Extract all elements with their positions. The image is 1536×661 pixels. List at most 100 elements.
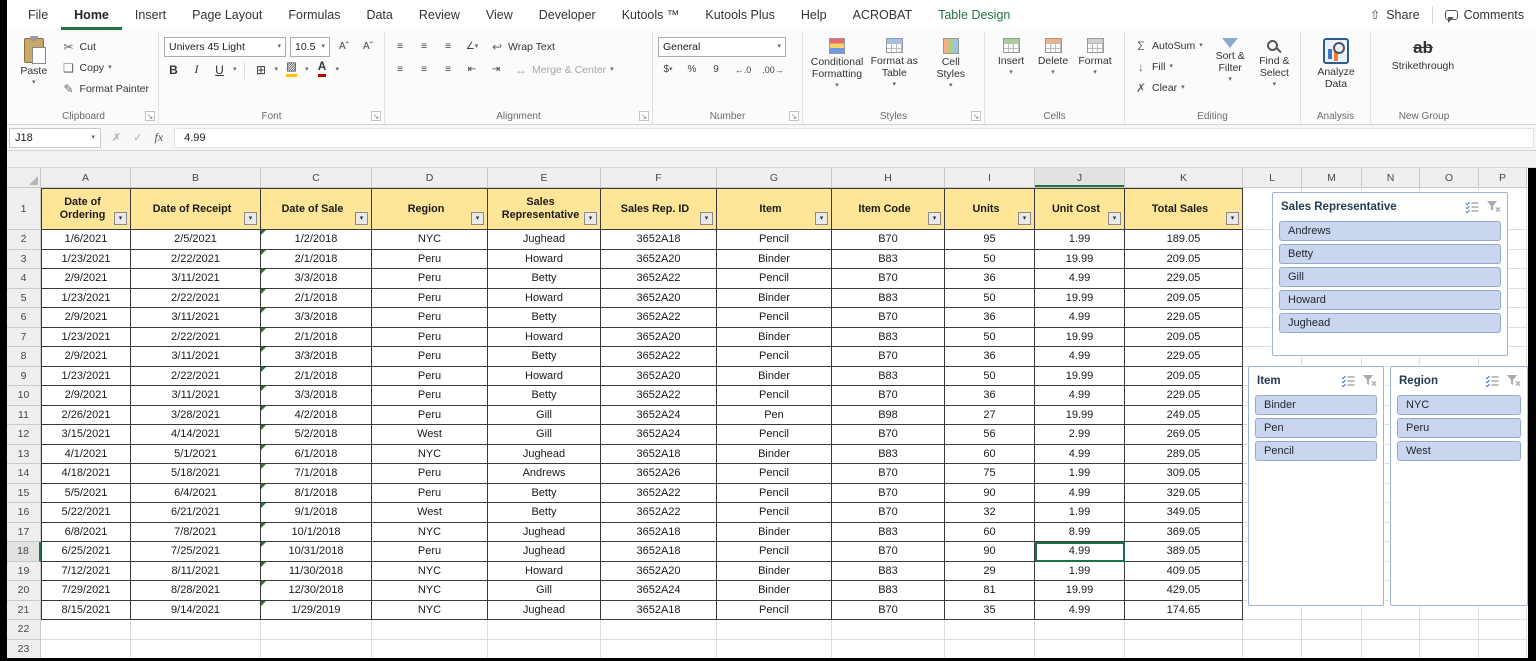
cell-K6[interactable]: 229.05 (1125, 308, 1243, 328)
cell-A22[interactable] (41, 620, 131, 640)
row-header-17[interactable]: 17 (7, 523, 41, 543)
cell-G16[interactable]: Pencil (717, 503, 832, 523)
cell-G14[interactable]: Pencil (717, 464, 832, 484)
cell-J10[interactable]: 4.99 (1035, 386, 1125, 406)
align-top-button[interactable]: ≡ (390, 37, 410, 57)
cell-D3[interactable]: Peru (372, 250, 488, 270)
cell-I2[interactable]: 95 (945, 230, 1035, 250)
cell-C8[interactable]: 3/3/2018 (261, 347, 372, 367)
cell-A7[interactable]: 1/23/2021 (41, 328, 131, 348)
col-header-B[interactable]: B (131, 168, 261, 188)
col-header-M[interactable]: M (1302, 168, 1362, 188)
cell-B18[interactable]: 7/25/2021 (131, 542, 261, 562)
confirm-entry-icon[interactable]: ✓ (133, 131, 142, 144)
fill-button[interactable]: ↓Fill▾ (1130, 57, 1207, 76)
clear-filter-button[interactable] (1360, 372, 1379, 389)
table-header-total-sales[interactable]: Total Sales▾ (1125, 188, 1243, 230)
cell-F10[interactable]: 3652A22 (601, 386, 717, 406)
cell-H8[interactable]: B70 (832, 347, 945, 367)
cell-D6[interactable]: Peru (372, 308, 488, 328)
cell-H22[interactable] (832, 620, 945, 640)
select-all-button[interactable] (7, 168, 41, 188)
tab-help[interactable]: Help (788, 0, 840, 30)
filter-button-unit-cost[interactable]: ▾ (1108, 212, 1121, 225)
cell-H14[interactable]: B70 (832, 464, 945, 484)
cell-C10[interactable]: 3/3/2018 (261, 386, 372, 406)
cell-B7[interactable]: 2/22/2021 (131, 328, 261, 348)
cell-F5[interactable]: 3652A20 (601, 289, 717, 309)
cell-G12[interactable]: Pencil (717, 425, 832, 445)
cell-J5[interactable]: 19.99 (1035, 289, 1125, 309)
clear-filter-button[interactable] (1504, 372, 1523, 389)
cell-B15[interactable]: 6/4/2021 (131, 484, 261, 504)
comma-style-button[interactable]: 9 (706, 60, 726, 80)
cell-D19[interactable]: NYC (372, 562, 488, 582)
cell-A13[interactable]: 4/1/2021 (41, 445, 131, 465)
cell-B17[interactable]: 7/8/2021 (131, 523, 261, 543)
cell-K4[interactable]: 229.05 (1125, 269, 1243, 289)
cell-J18[interactable]: 4.99 (1035, 542, 1125, 562)
cell-F17[interactable]: 3652A18 (601, 523, 717, 543)
cell-F4[interactable]: 3652A22 (601, 269, 717, 289)
styles-dialog-launcher-icon[interactable]: ↘ (971, 111, 981, 121)
cell-B12[interactable]: 4/14/2021 (131, 425, 261, 445)
cell-B20[interactable]: 8/28/2021 (131, 581, 261, 601)
col-header-I[interactable]: I (945, 168, 1035, 188)
cell-K13[interactable]: 289.05 (1125, 445, 1243, 465)
cell-A3[interactable]: 1/23/2021 (41, 250, 131, 270)
cell-G18[interactable]: Pencil (717, 542, 832, 562)
cell-F2[interactable]: 3652A18 (601, 230, 717, 250)
row-header-4[interactable]: 4 (7, 269, 41, 289)
row-header-21[interactable]: 21 (7, 601, 41, 621)
cell-K3[interactable]: 209.05 (1125, 250, 1243, 270)
cell-A21[interactable]: 8/15/2021 (41, 601, 131, 621)
tab-data[interactable]: Data (353, 0, 405, 30)
cell-P23[interactable] (1479, 640, 1527, 659)
row-header-20[interactable]: 20 (7, 581, 41, 601)
cell-J2[interactable]: 1.99 (1035, 230, 1125, 250)
cell-H9[interactable]: B83 (832, 367, 945, 387)
cell-J22[interactable] (1035, 620, 1125, 640)
cell-I19[interactable]: 29 (945, 562, 1035, 582)
cell-J3[interactable]: 19.99 (1035, 250, 1125, 270)
cell-A6[interactable]: 2/9/2021 (41, 308, 131, 328)
align-center-button[interactable]: ≡ (414, 60, 434, 80)
clear-filter-button[interactable] (1484, 198, 1503, 215)
cell-K21[interactable]: 174.65 (1125, 601, 1243, 621)
cell-H4[interactable]: B70 (832, 269, 945, 289)
filter-button-date-of-receipt[interactable]: ▾ (244, 212, 257, 225)
align-bottom-button[interactable]: ≡ (438, 37, 458, 57)
cell-H2[interactable]: B70 (832, 230, 945, 250)
cell-A20[interactable]: 7/29/2021 (41, 581, 131, 601)
slicer-item-howard[interactable]: Howard (1279, 290, 1501, 310)
cell-I17[interactable]: 60 (945, 523, 1035, 543)
col-header-H[interactable]: H (832, 168, 945, 188)
table-header-date-of-receipt[interactable]: Date of Receipt▾ (131, 188, 261, 230)
decrease-decimal-button[interactable]: .00→ (760, 60, 786, 80)
col-header-A[interactable]: A (41, 168, 131, 188)
cell-C6[interactable]: 3/3/2018 (261, 308, 372, 328)
cell-F19[interactable]: 3652A20 (601, 562, 717, 582)
cell-D16[interactable]: West (372, 503, 488, 523)
cells-insert-button[interactable]: Insert▾ (990, 35, 1032, 76)
tab-acrobat[interactable]: ACROBAT (840, 0, 926, 30)
cell-H21[interactable]: B70 (832, 601, 945, 621)
cell-B5[interactable]: 2/22/2021 (131, 289, 261, 309)
cell-E9[interactable]: Howard (488, 367, 601, 387)
cell-G2[interactable]: Pencil (717, 230, 832, 250)
cell-I16[interactable]: 32 (945, 503, 1035, 523)
cell-K12[interactable]: 269.05 (1125, 425, 1243, 445)
cell-B16[interactable]: 6/21/2021 (131, 503, 261, 523)
cell-K2[interactable]: 189.05 (1125, 230, 1243, 250)
filter-button-date-of-ordering[interactable]: ▾ (114, 212, 127, 225)
cell-I10[interactable]: 36 (945, 386, 1035, 406)
cell-F12[interactable]: 3652A24 (601, 425, 717, 445)
row-header-6[interactable]: 6 (7, 308, 41, 328)
cell-D13[interactable]: NYC (372, 445, 488, 465)
cell-J21[interactable]: 4.99 (1035, 601, 1125, 621)
cell-F21[interactable]: 3652A18 (601, 601, 717, 621)
strikethrough-button[interactable]: ab Strikethrough (1376, 35, 1470, 72)
cell-I7[interactable]: 50 (945, 328, 1035, 348)
cell-J17[interactable]: 8.99 (1035, 523, 1125, 543)
cell-H16[interactable]: B70 (832, 503, 945, 523)
